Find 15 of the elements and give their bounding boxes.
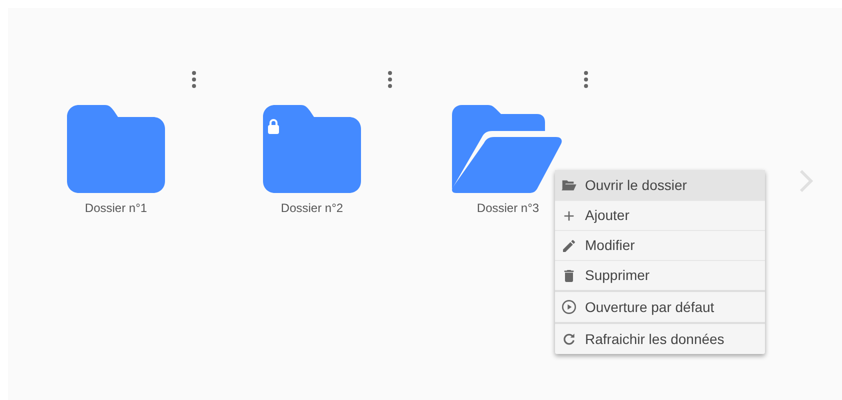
menu-item[interactable]: Modifier: [555, 230, 765, 260]
more-options-icon[interactable]: [192, 71, 196, 88]
menu-item[interactable]: Ouverture par défaut: [555, 292, 765, 322]
menu-item[interactable]: Supprimer: [555, 260, 765, 290]
menu-item[interactable]: Ouvrir le dossier: [555, 170, 765, 200]
pencil-icon: [561, 238, 577, 254]
play-circle-icon: [561, 299, 577, 315]
more-options-icon[interactable]: [388, 71, 392, 88]
folder-name: Dossier n°2: [280, 200, 344, 217]
folder-name: Dossier n°3: [476, 200, 540, 217]
menu-item[interactable]: Ajouter: [555, 200, 765, 230]
menu-item[interactable]: Rafraichir les données: [555, 324, 765, 354]
refresh-icon: [561, 331, 577, 347]
folder-name: Dossier n°1: [84, 200, 148, 217]
more-options-icon[interactable]: [584, 71, 588, 88]
